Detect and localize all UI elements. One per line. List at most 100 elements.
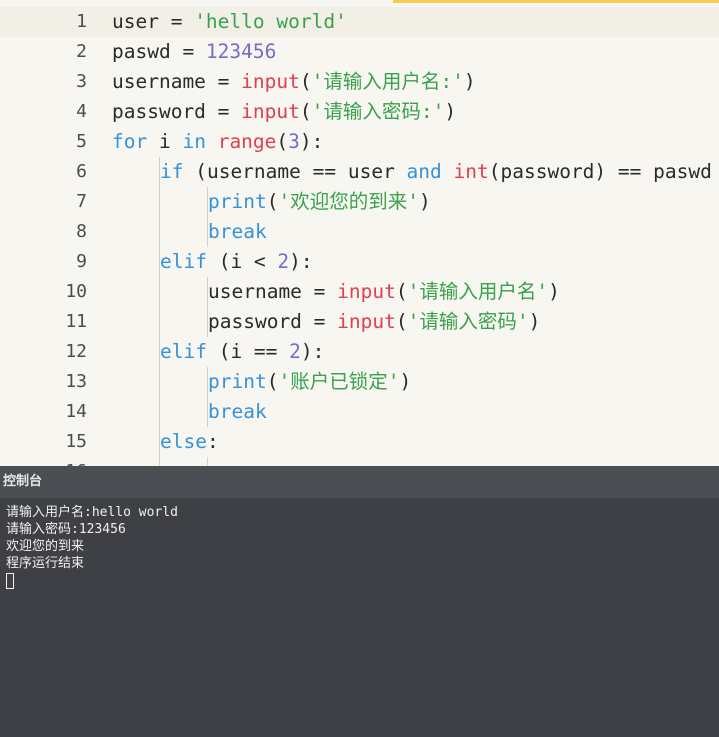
code-line[interactable]: 15 else: xyxy=(0,427,719,457)
code-token: 3 xyxy=(288,130,300,153)
line-number: 7 xyxy=(76,191,87,212)
indent-guide xyxy=(159,217,160,247)
console-line: 请输入用户名:hello world xyxy=(6,505,178,520)
line-number: 14 xyxy=(65,401,87,422)
code-token: ( xyxy=(299,100,312,123)
code-token: print xyxy=(208,190,267,213)
code-line[interactable]: 2 paswd = 123456 xyxy=(0,37,719,67)
code-token: 2 xyxy=(277,250,290,273)
code-line[interactable]: 5 for i in range(3): xyxy=(0,127,719,157)
line-number: 10 xyxy=(65,281,87,302)
code-text: paswd = 123456 xyxy=(112,37,276,67)
line-number: 11 xyxy=(65,311,87,332)
code-token: (username == user xyxy=(183,160,407,183)
code-text: password = input('请输入密码') xyxy=(208,307,540,337)
code-token: ): xyxy=(299,130,324,153)
code-token: '请输入用户名' xyxy=(407,280,549,303)
line-number: 9 xyxy=(76,251,87,272)
indent-guide xyxy=(159,457,160,466)
code-token: input xyxy=(337,310,396,333)
code-text: print('账户已锁定') xyxy=(208,367,411,397)
code-token: user = xyxy=(112,10,195,33)
indent-guide xyxy=(159,307,160,337)
console-line: 请输入密码:123456 xyxy=(6,522,126,537)
code-token: input xyxy=(241,100,300,123)
code-token: '请输入用户名:' xyxy=(311,70,464,93)
code-token: break xyxy=(208,400,267,423)
code-area[interactable]: 1 user = 'hello world' 2 paswd = 123456 3 use… xyxy=(0,7,719,466)
code-token: '账户已锁定' xyxy=(278,370,400,393)
code-token: : xyxy=(206,430,219,453)
indent-guide xyxy=(207,457,208,466)
line-number: 13 xyxy=(65,371,87,392)
code-token: username = xyxy=(208,280,338,303)
code-editor[interactable]: 1 user = 'hello world' 2 paswd = 123456 3 use… xyxy=(0,0,719,466)
code-token: ( xyxy=(276,130,289,153)
code-token: if xyxy=(160,160,184,183)
console-cursor[interactable] xyxy=(6,573,14,589)
code-token: ( xyxy=(299,70,312,93)
code-token: ) xyxy=(444,100,457,123)
line-number: 1 xyxy=(76,11,87,32)
code-token: (password) == paswd xyxy=(488,160,712,183)
code-token: ( xyxy=(266,370,279,393)
code-text: for i in range(3): xyxy=(112,127,323,157)
code-line[interactable]: 13 print('账户已锁定') xyxy=(0,367,719,397)
code-line[interactable]: 7 print('欢迎您的到来') xyxy=(0,187,719,217)
code-line[interactable]: 10 username = input('请输入用户名') xyxy=(0,277,719,307)
code-token: paswd = xyxy=(112,40,206,63)
code-token: ) xyxy=(548,280,560,303)
code-token: password = xyxy=(208,310,338,333)
console-output[interactable]: 请输入用户名:hello world 请输入密码:123456 欢迎您的到来 程序运行… xyxy=(0,498,719,737)
code-token: ) xyxy=(418,190,431,213)
code-token: '请输入密码' xyxy=(407,310,529,333)
code-line[interactable]: 14 break xyxy=(0,397,719,427)
code-text: if (username == user and int(password) =… xyxy=(160,157,712,187)
code-line[interactable]: 12 elif (i == 2): xyxy=(0,337,719,367)
indent-guide xyxy=(159,367,160,397)
code-text: username = input('请输入用户名') xyxy=(208,277,560,307)
active-tab-accent xyxy=(393,0,719,3)
code-token: and xyxy=(406,160,442,183)
code-line[interactable]: 9 elif (i < 2): xyxy=(0,247,719,277)
line-number: 2 xyxy=(76,41,87,62)
console-line: 程序运行结束 xyxy=(6,556,85,571)
code-token: 2 xyxy=(289,340,301,363)
console-lines: 请输入用户名:hello world 请输入密码:123456 欢迎您的到来 程序运行… xyxy=(6,504,178,589)
code-token: ): xyxy=(300,340,325,363)
code-line[interactable]: 6 if (username == user and int(password) … xyxy=(0,157,719,187)
code-token: (i < xyxy=(206,250,278,273)
code-line[interactable]: 11 password = input('请输入密码') xyxy=(0,307,719,337)
line-number: 6 xyxy=(76,161,87,182)
code-text: username = input('请输入用户名:') xyxy=(112,67,476,97)
code-text: password = input('请输入密码:') xyxy=(112,97,456,127)
code-text: user = 'hello world' xyxy=(112,7,347,37)
code-token: elif xyxy=(160,340,207,363)
line-number: 16 xyxy=(0,457,87,466)
code-line[interactable]: 8 break xyxy=(0,217,719,247)
code-token: elif xyxy=(160,250,207,273)
line-number: 8 xyxy=(76,221,87,242)
code-token: for xyxy=(112,130,148,153)
code-token: print xyxy=(208,370,267,393)
code-token: 123456 xyxy=(205,40,277,63)
code-text: elif (i < 2): xyxy=(160,247,313,277)
code-token: ( xyxy=(266,190,279,213)
console-header[interactable]: 控制台 xyxy=(0,466,719,498)
code-token: i xyxy=(147,130,183,153)
code-line[interactable]: 1 user = 'hello world' xyxy=(0,7,719,37)
code-text: break xyxy=(208,217,267,247)
code-line[interactable]: 16 xyxy=(0,457,719,466)
code-token: input xyxy=(241,70,300,93)
indent-guide xyxy=(159,187,160,217)
code-line[interactable]: 3 username = input('请输入用户名:') xyxy=(0,67,719,97)
code-text: print('欢迎您的到来') xyxy=(208,187,431,217)
line-number: 15 xyxy=(65,431,87,452)
code-token: '请输入密码:' xyxy=(311,100,445,123)
indent-guide xyxy=(159,277,160,307)
console-title: 控制台 xyxy=(3,474,43,489)
line-number: 12 xyxy=(65,341,87,362)
code-line[interactable]: 4 password = input('请输入密码:') xyxy=(0,97,719,127)
